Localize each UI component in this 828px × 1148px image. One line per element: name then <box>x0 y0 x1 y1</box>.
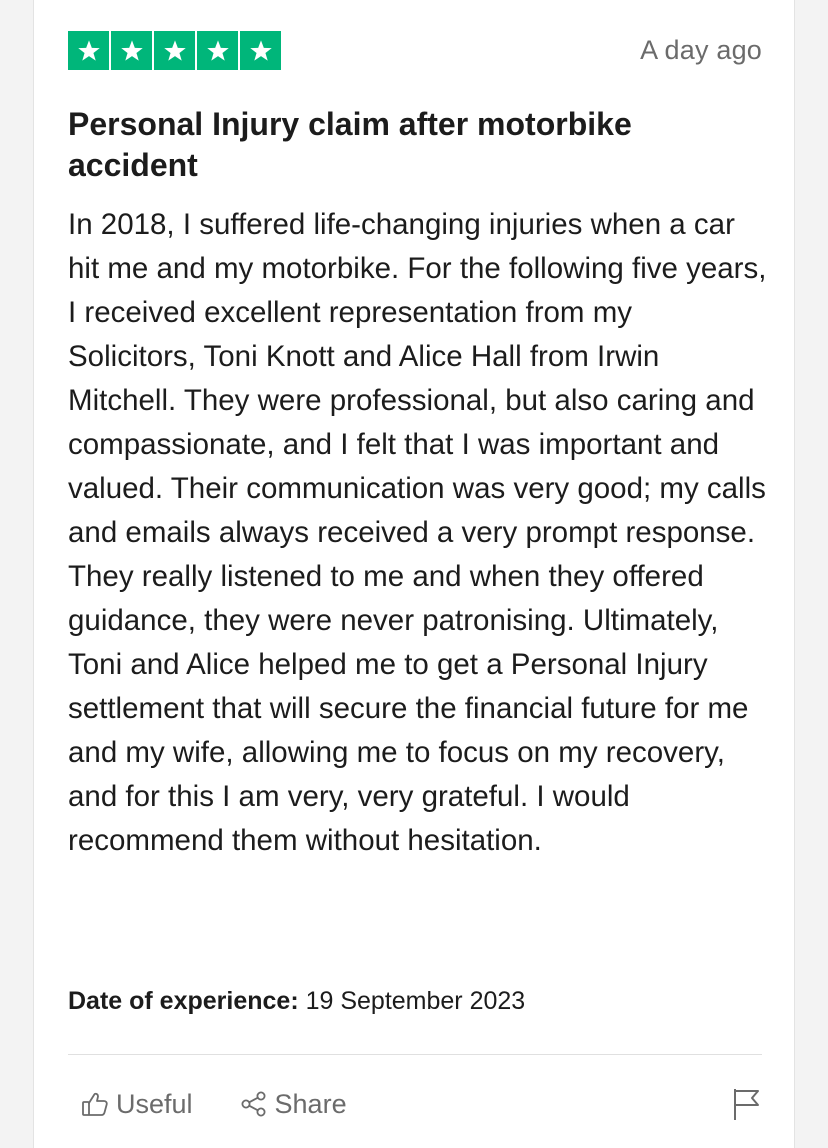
review-title: Personal Injury claim after motorbike ac… <box>68 106 632 183</box>
review-actions: Useful Share <box>80 1084 393 1124</box>
review-header: A day ago <box>68 31 762 70</box>
star-glyph-icon <box>163 39 186 61</box>
star-glyph-icon <box>77 39 100 61</box>
star-icon <box>68 31 109 70</box>
star-glyph-icon <box>120 39 143 61</box>
star-icon <box>111 31 152 70</box>
divider <box>68 1054 762 1055</box>
share-icon <box>241 1091 266 1117</box>
date-of-experience: Date of experience: 19 September 2023 <box>68 984 525 1018</box>
star-rating <box>68 31 281 70</box>
star-icon <box>197 31 238 70</box>
star-glyph-icon <box>206 39 229 61</box>
share-label: Share <box>274 1088 347 1119</box>
thumbs-up-icon <box>82 1092 108 1116</box>
share-button[interactable]: Share <box>239 1089 347 1120</box>
report-flag-button[interactable] <box>730 1084 764 1124</box>
experience-date: 19 September 2023 <box>305 987 526 1015</box>
useful-label: Useful <box>116 1088 193 1119</box>
review-card: A day ago Personal Injury claim after mo… <box>33 0 795 1148</box>
star-icon <box>154 31 195 70</box>
review-body: In 2018, I suffered life-changing injuri… <box>68 208 767 857</box>
experience-label: Date of experience: <box>68 987 299 1015</box>
useful-button[interactable]: Useful <box>80 1089 193 1120</box>
flag-icon <box>734 1089 759 1120</box>
review-date: A day ago <box>640 35 762 65</box>
star-glyph-icon <box>249 39 272 61</box>
star-icon <box>240 31 281 70</box>
